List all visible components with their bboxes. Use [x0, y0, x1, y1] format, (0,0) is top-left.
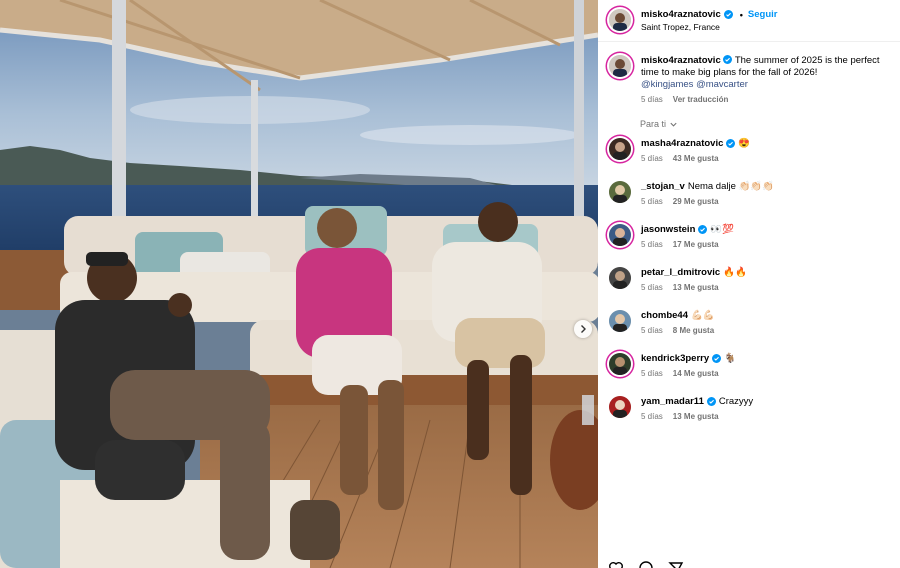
comment-body: Nema dalje 👏🏻👏🏻👏🏻	[687, 181, 775, 192]
comment-likes[interactable]: 43 Me gusta	[673, 154, 719, 163]
caption-time[interactable]: 5 días	[641, 95, 663, 104]
comment-sort-dropdown[interactable]: Para ti	[640, 119, 678, 129]
comment-time[interactable]: 5 días	[641, 369, 663, 378]
comment-likes[interactable]: 17 Me gusta	[673, 240, 719, 249]
verified-badge-icon	[723, 55, 733, 64]
comment-text-line: masha4raznatovic 😍	[641, 138, 750, 149]
paper-plane-icon[interactable]	[668, 560, 684, 568]
comment-meta: 5 días 14 Me gusta	[641, 369, 719, 378]
follow-button[interactable]: Seguir	[748, 9, 778, 20]
comment-body: 🐐	[724, 353, 736, 364]
comment-likes[interactable]: 8 Me gusta	[673, 326, 714, 335]
comment-likes[interactable]: 14 Me gusta	[673, 369, 719, 378]
verified-badge-icon	[706, 397, 716, 406]
comment-body: 💪🏻💪🏻	[691, 310, 715, 321]
comment-meta: 5 días 13 Me gusta	[641, 283, 719, 292]
comment-time[interactable]: 5 días	[641, 154, 663, 163]
caption-username[interactable]: misko4raznatovic	[641, 55, 721, 66]
comment-text-line: yam_madar11 Crazyyy	[641, 396, 753, 407]
commenter-avatar[interactable]	[609, 396, 631, 418]
post-location[interactable]: Saint Tropez, France	[641, 22, 720, 32]
comment-meta: 5 días 43 Me gusta	[641, 154, 719, 163]
comment-item: yam_madar11 Crazyyy 5 días 13 Me gusta	[598, 396, 900, 436]
comment-item: chombe44 💪🏻💪🏻 5 días 8 Me gusta	[598, 310, 900, 350]
commenter-avatar[interactable]	[609, 224, 631, 246]
yacht-deck-photo	[0, 0, 598, 568]
comment-body: 👀💯	[710, 224, 735, 235]
comment-text-line: petar_l_dmitrovic 🔥🔥	[641, 267, 747, 278]
comment-item: kendrick3perry 🐐 5 días 14 Me gusta	[598, 353, 900, 393]
post-actions	[608, 560, 684, 568]
comment-text-line: jasonwstein 👀💯	[641, 224, 734, 235]
heart-icon[interactable]	[608, 560, 624, 568]
caption-author-avatar[interactable]	[609, 55, 631, 77]
comment-time[interactable]: 5 días	[641, 283, 663, 292]
next-photo-button[interactable]	[574, 320, 592, 338]
commenter-username[interactable]: petar_l_dmitrovic	[641, 267, 720, 278]
mention-link[interactable]: @mavcarter	[696, 79, 748, 90]
commenter-avatar[interactable]	[609, 310, 631, 332]
post-caption: misko4raznatovic The summer of 2025 is t…	[641, 55, 899, 91]
author-avatar[interactable]	[609, 9, 631, 31]
chevron-down-icon	[670, 122, 677, 127]
comment-likes[interactable]: 13 Me gusta	[673, 412, 719, 421]
comment-item: _stojan_v Nema dalje 👏🏻👏🏻👏🏻 5 días 29 Me gu…	[598, 181, 900, 221]
post-side-panel: misko4raznatovic • Seguir Saint Tropez, …	[598, 0, 900, 568]
post-photo[interactable]	[0, 0, 598, 568]
comment-text-line: chombe44 💪🏻💪🏻	[641, 310, 715, 321]
header-user-line: misko4raznatovic • Seguir	[641, 9, 777, 20]
comment-time[interactable]: 5 días	[641, 240, 663, 249]
post-header: misko4raznatovic • Seguir Saint Tropez, …	[598, 0, 900, 42]
separator-dot: •	[739, 9, 743, 20]
translate-button[interactable]: Ver traducción	[673, 95, 729, 104]
commenter-username[interactable]: masha4raznatovic	[641, 138, 723, 149]
comment-body: 😍	[738, 138, 751, 149]
comment-meta: 5 días 13 Me gusta	[641, 412, 719, 421]
chevron-right-icon	[581, 325, 586, 333]
commenter-username[interactable]: jasonwstein	[641, 224, 695, 235]
verified-badge-icon	[723, 10, 733, 19]
caption-meta: 5 días Ver traducción	[641, 95, 728, 104]
comment-icon[interactable]	[638, 560, 654, 568]
mention-link[interactable]: @kingjames	[641, 79, 693, 90]
commenter-avatar[interactable]	[609, 181, 631, 203]
verified-badge-icon	[698, 225, 708, 234]
comment-meta: 5 días 17 Me gusta	[641, 240, 719, 249]
comment-text-line: _stojan_v Nema dalje 👏🏻👏🏻👏🏻	[641, 181, 774, 192]
comment-likes[interactable]: 29 Me gusta	[673, 197, 719, 206]
commenter-username[interactable]: kendrick3perry	[641, 353, 709, 364]
commenter-avatar[interactable]	[609, 353, 631, 375]
comment-time[interactable]: 5 días	[641, 197, 663, 206]
verified-badge-icon	[726, 139, 736, 148]
comment-item: jasonwstein 👀💯 5 días 17 Me gusta	[598, 224, 900, 264]
comment-item: petar_l_dmitrovic 🔥🔥 5 días 13 Me gusta	[598, 267, 900, 307]
comment-body: Crazyyy	[718, 396, 754, 407]
commenter-username[interactable]: _stojan_v	[641, 181, 685, 192]
sort-label: Para ti	[640, 119, 667, 129]
comment-meta: 5 días 8 Me gusta	[641, 326, 714, 335]
commenter-avatar[interactable]	[609, 267, 631, 289]
verified-badge-icon	[712, 354, 722, 363]
commenter-username[interactable]: yam_madar11	[641, 396, 704, 407]
comment-text-line: kendrick3perry 🐐	[641, 353, 736, 364]
comment-item: masha4raznatovic 😍 5 días 43 Me gusta	[598, 138, 900, 178]
commenter-avatar[interactable]	[609, 138, 631, 160]
commenter-username[interactable]: chombe44	[641, 310, 688, 321]
author-username[interactable]: misko4raznatovic	[641, 9, 721, 20]
comment-meta: 5 días 29 Me gusta	[641, 197, 719, 206]
comment-time[interactable]: 5 días	[641, 412, 663, 421]
comment-time[interactable]: 5 días	[641, 326, 663, 335]
comment-likes[interactable]: 13 Me gusta	[673, 283, 719, 292]
comment-body: 🔥🔥	[723, 267, 747, 278]
